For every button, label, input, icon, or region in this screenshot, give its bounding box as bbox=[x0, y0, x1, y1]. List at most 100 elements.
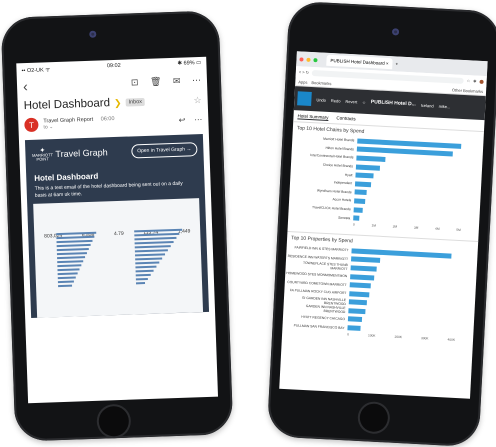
reply-icon[interactable]: ↩ bbox=[178, 115, 185, 124]
preview-bar bbox=[134, 245, 171, 249]
preview-bar bbox=[57, 260, 84, 264]
redo-button[interactable]: Redo bbox=[331, 98, 341, 103]
clock-text: 09:02 bbox=[106, 62, 121, 70]
minimize-window-icon[interactable] bbox=[306, 57, 311, 62]
bar[interactable] bbox=[347, 325, 361, 331]
brand-logo: ✦ MARRIOTT POINT bbox=[31, 147, 53, 162]
bar[interactable] bbox=[347, 316, 363, 323]
browser-screen: PUBLISH Hotel Dashboard × + < > ↻ ☆ ✱ Ap… bbox=[279, 51, 488, 399]
email-screen: •• O2-UK ᯤ 09:02 ✱ 69% ▭ ‹ ⊡ 🗑 ✉ ⋯ Hotel… bbox=[16, 56, 219, 404]
open-in-travel-graph-button[interactable]: Open in Travel Graph → bbox=[130, 142, 198, 159]
banner-heading: Hotel Dashboard bbox=[34, 171, 99, 183]
preview-bar bbox=[134, 232, 180, 237]
properties-chart: FAIRFIELD INN & STES MARRIOTT RESIDENCE I… bbox=[282, 243, 477, 343]
bar[interactable] bbox=[355, 172, 374, 179]
important-marker-icon: ❯ bbox=[113, 97, 122, 108]
delete-icon[interactable]: 🗑 bbox=[150, 76, 162, 86]
more-icon[interactable]: ⋯ bbox=[192, 74, 201, 84]
bar[interactable] bbox=[354, 198, 366, 204]
bar[interactable] bbox=[349, 282, 371, 289]
tick-label: 400K bbox=[447, 337, 456, 342]
kpi-value: 4.79 bbox=[113, 230, 124, 238]
tick-label: 0 bbox=[352, 222, 355, 227]
preview-bar bbox=[134, 236, 177, 241]
message-more-icon[interactable]: ⋯ bbox=[194, 114, 202, 123]
front-camera bbox=[89, 30, 97, 38]
bar[interactable] bbox=[356, 155, 386, 162]
tab-hotel-summary[interactable]: Hotel Summary bbox=[297, 113, 329, 121]
user-menu[interactable]: mike... bbox=[439, 103, 451, 109]
preview-bar bbox=[56, 252, 87, 256]
preview-bar bbox=[134, 241, 174, 245]
bar[interactable] bbox=[354, 189, 368, 196]
preview-bar bbox=[135, 269, 154, 273]
preview-bar bbox=[135, 282, 146, 285]
archive-icon[interactable]: ⊡ bbox=[131, 77, 139, 87]
tick-label: 5M bbox=[456, 227, 461, 232]
preview-bar bbox=[57, 276, 76, 280]
preview-bar bbox=[135, 261, 160, 265]
bar[interactable] bbox=[348, 308, 366, 315]
back-icon[interactable]: ‹ bbox=[23, 78, 28, 94]
preview-bar bbox=[58, 284, 73, 288]
home-button[interactable] bbox=[359, 403, 389, 433]
bookmarks-link[interactable]: Bookmarks bbox=[311, 80, 331, 86]
apps-link[interactable]: Apps bbox=[298, 79, 307, 84]
tick-label: 100K bbox=[367, 333, 376, 338]
close-window-icon[interactable] bbox=[299, 56, 304, 62]
preview-bar bbox=[56, 235, 95, 240]
browser-tab[interactable]: PUBLISH Hotel Dashboard × bbox=[326, 54, 393, 70]
carrier-text: •• O2-UK ᯤ bbox=[21, 67, 51, 75]
inbox-label[interactable]: Inbox bbox=[125, 97, 146, 107]
undo-button[interactable]: Undo bbox=[316, 97, 326, 102]
preview-bar bbox=[56, 247, 89, 252]
tick-label: 200K bbox=[394, 334, 403, 339]
sender-avatar: T bbox=[24, 117, 39, 133]
star-icon[interactable]: ☆ bbox=[467, 78, 471, 83]
preview-bar bbox=[57, 268, 80, 272]
new-tab-button[interactable]: + bbox=[395, 61, 398, 66]
tab-contracts[interactable]: Contracts bbox=[336, 115, 356, 122]
bar[interactable] bbox=[355, 164, 380, 171]
preview-bar bbox=[57, 280, 74, 284]
nav-buttons[interactable]: < > ↻ bbox=[299, 69, 309, 75]
hotel-chains-chart: Marriott Hotel Brands Hilton Hotel Brands… bbox=[288, 133, 483, 233]
front-camera bbox=[391, 28, 400, 36]
preview-bar bbox=[135, 257, 163, 261]
zoom-window-icon[interactable] bbox=[313, 57, 318, 62]
banner-body: This is a test email of the hotel dashbo… bbox=[34, 180, 183, 199]
location-selector[interactable]: Iceland bbox=[421, 102, 434, 108]
preview-bar bbox=[57, 264, 82, 268]
brand-name: Travel Graph bbox=[55, 147, 108, 160]
preview-bar bbox=[135, 277, 148, 281]
profile-avatar[interactable] bbox=[479, 79, 484, 84]
right-phone: PUBLISH Hotel Dashboard × + < > ↻ ☆ ✱ Ap… bbox=[266, 0, 496, 447]
close-tab-icon[interactable]: × bbox=[386, 61, 389, 66]
bar[interactable] bbox=[350, 273, 375, 281]
other-bookmarks-link[interactable]: Other Bookmarks bbox=[452, 87, 483, 94]
revert-button[interactable]: Revert bbox=[345, 98, 357, 104]
bar[interactable] bbox=[350, 265, 378, 272]
sent-time: 06:00 bbox=[100, 116, 115, 123]
tick-label: 2M bbox=[392, 224, 398, 229]
bar[interactable] bbox=[348, 299, 368, 306]
extensions-icon[interactable]: ✱ bbox=[473, 78, 477, 83]
bar[interactable] bbox=[353, 215, 360, 221]
preview-bar bbox=[57, 256, 86, 260]
preview-bar bbox=[135, 273, 151, 277]
bar[interactable] bbox=[349, 290, 370, 298]
tick-label: 1M bbox=[371, 223, 377, 228]
home-button[interactable] bbox=[98, 405, 130, 437]
tick-label: 3M bbox=[413, 225, 419, 230]
dashboard-title: PUBLISH Hotel D... bbox=[370, 99, 416, 108]
preview-bar bbox=[135, 253, 166, 257]
app-logo bbox=[297, 91, 312, 107]
star-icon[interactable]: ☆ bbox=[362, 99, 366, 104]
preview-bar bbox=[134, 249, 168, 253]
bar[interactable] bbox=[353, 206, 363, 213]
preview-bar bbox=[57, 272, 78, 276]
bar[interactable] bbox=[354, 181, 371, 188]
mail-icon[interactable]: ✉ bbox=[173, 75, 181, 85]
bar[interactable] bbox=[350, 256, 381, 264]
star-icon[interactable]: ☆ bbox=[193, 94, 201, 105]
